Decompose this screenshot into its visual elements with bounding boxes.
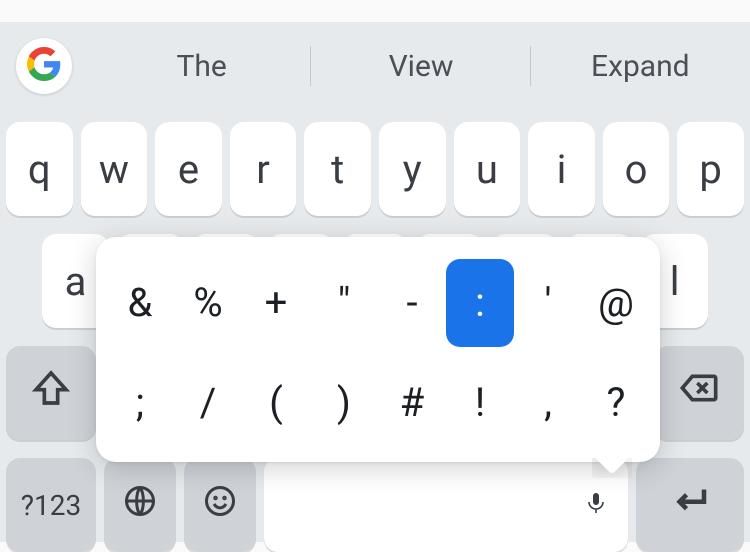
key-q[interactable]: q: [6, 122, 73, 216]
key-u[interactable]: u: [454, 122, 521, 216]
popup-key-semicolon[interactable]: ;: [106, 358, 174, 446]
key-i[interactable]: i: [528, 122, 595, 216]
key-o[interactable]: o: [603, 122, 670, 216]
symbols-key[interactable]: ?123: [6, 458, 96, 552]
popup-key-plus[interactable]: +: [242, 259, 310, 347]
row-1: q w e r t y u i o p: [0, 122, 750, 216]
popup-key-comma[interactable]: ,: [514, 358, 582, 446]
globe-icon: [122, 482, 158, 529]
suggestion-list: The View Expand: [92, 38, 750, 94]
shift-icon: [31, 368, 71, 418]
spacebar-key[interactable]: [264, 458, 628, 552]
row-4: ?123: [0, 458, 750, 552]
popup-key-at[interactable]: @: [582, 259, 650, 347]
suggestion-2[interactable]: View: [311, 38, 530, 94]
key-y[interactable]: y: [379, 122, 446, 216]
key-p[interactable]: p: [677, 122, 744, 216]
popup-key-quote[interactable]: ": [310, 259, 378, 347]
popup-key-hash[interactable]: #: [378, 358, 446, 446]
popup-key-question[interactable]: ?: [582, 358, 650, 446]
popup-tail: [592, 458, 632, 478]
popup-key-bang[interactable]: !: [446, 358, 514, 446]
backspace-icon: [679, 368, 719, 418]
popup-row-2: ; / ( ) # ! , ?: [106, 358, 650, 446]
emoji-key[interactable]: [184, 458, 256, 552]
backspace-key[interactable]: [654, 346, 744, 440]
key-e[interactable]: e: [155, 122, 222, 216]
suggestion-1[interactable]: The: [92, 38, 311, 94]
mic-icon: [584, 491, 608, 519]
popup-key-dash[interactable]: -: [378, 259, 446, 347]
popup-key-colon[interactable]: :: [446, 259, 514, 347]
popup-key-rparen[interactable]: ): [310, 358, 378, 446]
key-r[interactable]: r: [230, 122, 297, 216]
google-icon: [27, 47, 61, 85]
popup-key-apostrophe[interactable]: ': [514, 259, 582, 347]
popup-key-percent[interactable]: %: [174, 259, 242, 347]
enter-key[interactable]: [636, 458, 744, 552]
key-w[interactable]: w: [81, 122, 148, 216]
key-t[interactable]: t: [304, 122, 371, 216]
symbol-popup: & % + " - : ' @ ; / ( ) # ! , ?: [96, 237, 660, 462]
suggestion-3[interactable]: Expand: [531, 38, 750, 94]
language-key[interactable]: [104, 458, 176, 552]
emoji-icon: [202, 482, 238, 529]
popup-row-1: & % + " - : ' @: [106, 259, 650, 347]
keyboard: The View Expand q w e r t y u i o p a s …: [0, 22, 750, 542]
suggestion-bar: The View Expand: [0, 22, 750, 110]
enter-icon: [669, 479, 711, 531]
popup-key-lparen[interactable]: (: [242, 358, 310, 446]
shift-key[interactable]: [6, 346, 96, 440]
google-button[interactable]: [16, 38, 72, 94]
popup-key-slash[interactable]: /: [174, 358, 242, 446]
popup-key-ampersand[interactable]: &: [106, 259, 174, 347]
